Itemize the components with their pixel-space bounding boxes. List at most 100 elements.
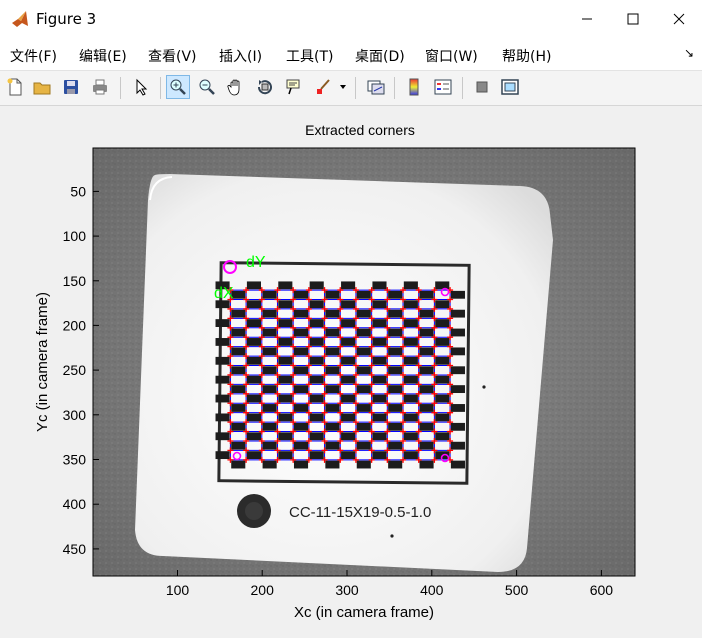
zoom-out-button[interactable] <box>195 75 219 99</box>
select-arrow-button[interactable] <box>129 75 153 99</box>
checker-square <box>435 432 450 441</box>
save-button[interactable] <box>59 75 83 99</box>
close-button[interactable] <box>656 0 702 38</box>
menu-tools[interactable]: 工具(T) <box>286 46 333 66</box>
checker-square <box>372 300 387 309</box>
checker-square <box>388 404 403 412</box>
checker-square <box>372 432 387 441</box>
new-figure-button[interactable] <box>3 75 27 99</box>
checker-square <box>450 460 465 469</box>
axes-svg[interactable]: Extracted corners CC-11-15X19-0.5-1.0 dY… <box>0 106 702 634</box>
checker-square <box>341 281 356 290</box>
checker-square <box>419 347 434 356</box>
x-tick-label: 500 <box>505 582 529 598</box>
checker-square <box>246 451 261 460</box>
rotate-3d-button[interactable] <box>253 75 277 99</box>
checker-square <box>246 394 261 403</box>
checker-square <box>372 394 387 403</box>
checker-square <box>246 300 261 309</box>
insert-colorbar-button[interactable] <box>402 75 426 99</box>
open-folder-icon <box>33 82 51 95</box>
checker-square <box>450 404 465 412</box>
x-tick-label: 400 <box>420 582 444 598</box>
checker-square <box>388 347 403 356</box>
insert-legend-button[interactable] <box>431 75 455 99</box>
menu-window[interactable]: 窗口(W) <box>425 46 478 66</box>
checker-square <box>262 404 277 412</box>
new-file-icon <box>7 78 22 96</box>
menu-file[interactable]: 文件(F) <box>10 46 57 66</box>
show-plot-tools-button[interactable] <box>498 75 522 99</box>
pan-hand-icon <box>227 79 240 96</box>
checker-square <box>341 451 356 460</box>
checker-square <box>388 441 403 450</box>
checker-square <box>325 385 340 394</box>
maximize-icon <box>627 13 639 25</box>
checker-square <box>262 460 277 469</box>
data-cursor-icon <box>286 79 300 95</box>
checker-square <box>246 375 261 384</box>
y-tick-label: 350 <box>63 452 87 468</box>
toolbar-separator <box>120 77 121 99</box>
checker-square <box>278 338 293 346</box>
checker-square <box>262 290 277 299</box>
checker-square <box>293 347 309 356</box>
checker-square <box>356 328 371 337</box>
y-tick-label: 200 <box>63 317 87 333</box>
checker-square <box>262 347 277 356</box>
checker-square <box>231 460 246 469</box>
checker-square <box>262 441 277 450</box>
checker-square <box>309 281 324 290</box>
toolbar-separator <box>394 77 395 99</box>
checker-square <box>356 309 371 318</box>
camera-image: CC-11-15X19-0.5-1.0 <box>93 148 635 576</box>
checker-square <box>309 451 324 460</box>
minimize-button[interactable] <box>564 0 610 38</box>
menu-desktop[interactable]: 桌面(D) <box>355 46 405 66</box>
y-tick-label: 450 <box>63 541 87 557</box>
checker-square <box>403 338 418 346</box>
checker-square <box>215 356 230 365</box>
checker-square <box>231 328 246 337</box>
checker-square <box>341 300 356 309</box>
print-button[interactable] <box>88 75 112 99</box>
brush-icon <box>317 79 330 94</box>
brush-button[interactable] <box>311 75 335 99</box>
data-cursor-button[interactable] <box>282 75 306 99</box>
menu-insert[interactable]: 插入(I) <box>219 46 262 66</box>
checker-square <box>262 366 277 375</box>
open-file-button[interactable] <box>30 75 54 99</box>
checker-square <box>278 281 293 290</box>
checker-square <box>231 441 246 450</box>
checker-square <box>372 356 387 365</box>
checker-square <box>341 413 356 422</box>
checker-square <box>388 366 403 375</box>
link-plot-button[interactable] <box>364 75 388 99</box>
checker-square <box>435 338 450 346</box>
checker-square <box>278 300 293 309</box>
menu-dock-arrow-icon[interactable]: ↘ <box>684 46 694 60</box>
checker-square <box>450 441 465 450</box>
toolbar-separator <box>160 77 161 99</box>
dx-annotation: dX <box>214 285 234 302</box>
checker-square <box>403 394 418 403</box>
checker-square <box>372 281 387 290</box>
menu-help[interactable]: 帮助(H) <box>502 46 551 66</box>
checker-square <box>403 281 418 290</box>
zoom-in-button[interactable] <box>166 75 190 99</box>
checker-square <box>278 356 293 365</box>
hide-plot-tools-button[interactable] <box>470 75 494 99</box>
checker-square <box>278 432 293 441</box>
checker-square <box>403 319 418 327</box>
pan-button[interactable] <box>224 75 248 99</box>
checker-square <box>325 366 340 375</box>
menu-view[interactable]: 查看(V) <box>148 46 197 66</box>
maximize-button[interactable] <box>610 0 656 38</box>
checker-square <box>231 309 246 318</box>
menu-edit[interactable]: 编辑(E) <box>79 46 127 66</box>
checker-square <box>231 347 246 356</box>
brush-dropdown-button[interactable] <box>336 75 350 99</box>
checker-square <box>246 281 261 290</box>
checker-square <box>293 309 309 318</box>
checker-square <box>450 385 465 394</box>
